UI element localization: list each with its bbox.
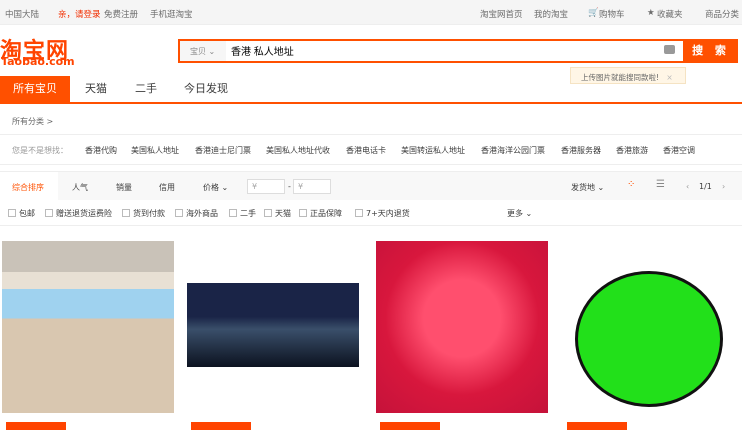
filter-label: 二手 [240,209,256,218]
filter-tmall[interactable]: 天猫 [264,208,291,219]
tab-all[interactable]: 所有宝贝 [0,76,70,102]
suggestion-item[interactable]: 香港迪士尼门票 [195,145,251,156]
checkbox[interactable] [45,209,53,217]
camera-icon[interactable] [664,45,675,54]
register-link[interactable]: 免费注册 [104,8,138,20]
suggestions-label: 您是不是想找： [12,146,68,155]
product-image[interactable] [563,241,735,413]
cart-link[interactable]: 购物车 [599,8,625,20]
checkbox[interactable] [299,209,307,217]
suggestion-item[interactable]: 美国转运私人地址 [401,145,465,156]
price-separator: - [288,182,291,191]
suggestion-item[interactable]: 香港代购 [85,145,117,156]
search-category-dropdown[interactable]: 宝贝 ⌄ [180,41,226,61]
product-card[interactable] [2,241,174,430]
sort-sales[interactable]: 销量 [116,182,132,193]
checkbox[interactable] [122,209,130,217]
filter-label: 正品保障 [310,209,342,218]
star-icon: ★ [647,8,655,18]
filter-overseas[interactable]: 海外商品 [175,208,218,219]
prev-page-icon[interactable]: ‹ [686,182,689,191]
suggestion-item[interactable]: 香港海洋公园门票 [481,145,545,156]
checkbox[interactable] [175,209,183,217]
sort-price-label: 价格 [203,183,219,192]
checkbox[interactable] [8,209,16,217]
filter-label: 7+天内退货 [366,209,410,218]
suggestion-item[interactable]: 香港电话卡 [346,145,386,156]
top-bar: 中国大陆 亲，请登录 免费注册 手机逛淘宝 淘宝网首页 我的淘宝 🛒 购物车 ★… [0,0,742,25]
tab-today[interactable]: 今日发现 [176,76,236,102]
search-input[interactable] [231,45,611,56]
product-price [380,422,440,430]
all-categories-link[interactable]: 所有分类 > [12,116,53,127]
sort-bar: 综合排序 人气 销量 信用 价格 ⌄ ¥ - ¥ 发货地 ⌄ ⁘ ☰ ‹ 1/1… [0,171,742,201]
region-selector[interactable]: 中国大陆 [5,8,39,20]
filter-secondhand[interactable]: 二手 [229,208,256,219]
product-image[interactable] [376,241,548,413]
list-view-icon[interactable]: ☰ [656,179,665,190]
filter-7day-return[interactable]: 7+天内退货 [355,208,410,219]
filter-cod[interactable]: 货到付款 [122,208,165,219]
suggestion-item[interactable]: 香港旅游 [616,145,648,156]
home-link[interactable]: 淘宝网首页 [480,8,523,20]
favorites-link[interactable]: 收藏夹 [657,8,683,20]
location-label: 发货地 [571,183,595,192]
price-min-input[interactable]: ¥ [247,179,285,194]
price-max-input[interactable]: ¥ [293,179,331,194]
page-indicator: 1/1 [699,182,712,191]
sort-price[interactable]: 价格 ⌄ [203,182,228,193]
product-image[interactable] [187,283,359,367]
product-price [191,422,251,430]
cart-icon: 🛒 [588,8,599,18]
suggestion-item[interactable]: 美国私人地址代收 [266,145,330,156]
filter-label: 海外商品 [186,209,218,218]
category-label: 宝贝 [190,47,206,56]
sort-credit[interactable]: 信用 [159,182,175,193]
filter-label: 天猫 [275,209,291,218]
filter-genuine[interactable]: 正品保障 [299,208,342,219]
product-card[interactable] [376,241,548,430]
grid-view-icon[interactable]: ⁘ [627,179,635,190]
filter-free-shipping[interactable]: 包邮 [8,208,35,219]
tab-tmall[interactable]: 天猫 [76,76,116,102]
more-filters[interactable]: 更多 ⌄ [507,208,532,219]
search-tabs: 所有宝贝 天猫 二手 今日发现 [0,76,742,104]
product-card[interactable] [187,241,359,430]
mobile-link[interactable]: 手机逛淘宝 [150,8,193,20]
filter-label: 包邮 [19,209,35,218]
product-card[interactable] [563,241,735,430]
categories-link[interactable]: 商品分类 [705,8,739,20]
cartoon-face [575,271,723,407]
search-box: 宝贝 ⌄ [178,39,685,63]
sort-popularity[interactable]: 人气 [72,182,88,193]
filter-return-insurance[interactable]: 赠送退货运费险 [45,208,112,219]
filter-row: 包邮 赠送退货运费险 货到付款 海外商品 二手 天猫 正品保障 7+天内退货 更… [0,200,742,226]
filter-label: 货到付款 [133,209,165,218]
suggestion-item[interactable]: 香港空调 [663,145,695,156]
tab-secondhand[interactable]: 二手 [126,76,166,102]
sort-default[interactable]: 综合排序 [0,172,58,201]
suggestions-row: 您是不是想找： 香港代购 美国私人地址 香港迪士尼门票 美国私人地址代收 香港电… [0,134,742,165]
next-page-icon[interactable]: › [722,182,725,191]
product-image[interactable] [2,241,174,413]
checkbox[interactable] [355,209,363,217]
login-link[interactable]: 亲，请登录 [58,8,101,20]
more-label: 更多 [507,209,523,218]
location-filter[interactable]: 发货地 ⌄ [571,182,604,193]
search-button[interactable]: 搜 索 [684,39,738,63]
product-price [567,422,627,430]
suggestion-item[interactable]: 美国私人地址 [131,145,179,156]
suggestion-item[interactable]: 香港服务器 [561,145,601,156]
filter-label: 赠送退货运费险 [56,209,112,218]
logo-subtitle[interactable]: Taobao.com [1,55,75,68]
my-taobao-link[interactable]: 我的淘宝 [534,8,568,20]
checkbox[interactable] [264,209,272,217]
checkbox[interactable] [229,209,237,217]
product-price [6,422,66,430]
